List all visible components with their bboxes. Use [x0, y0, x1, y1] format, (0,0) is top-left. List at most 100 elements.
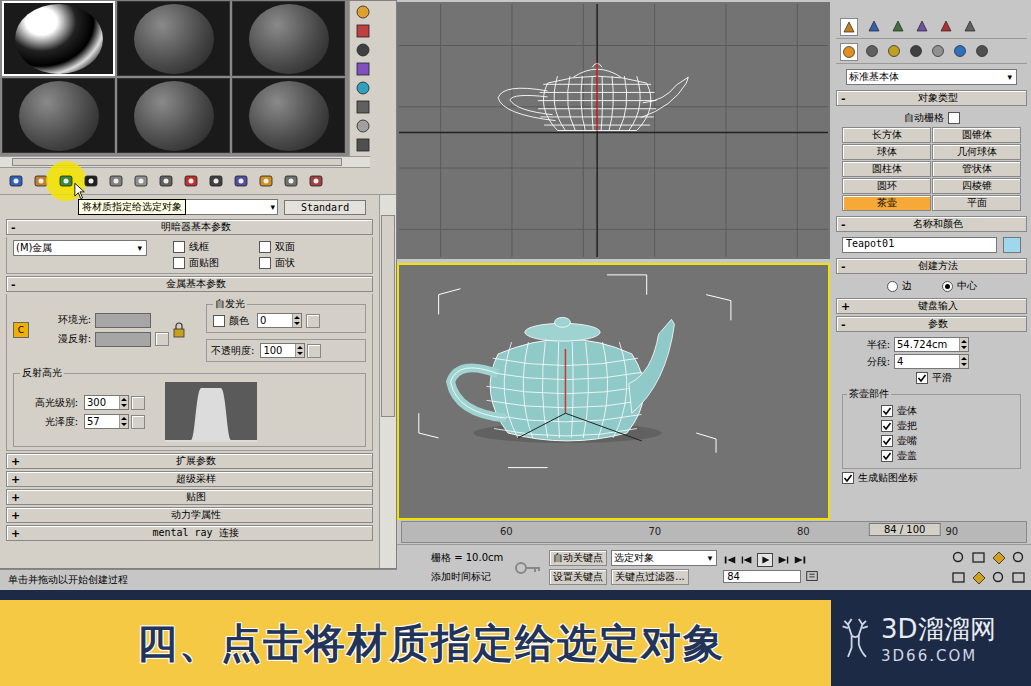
tool-icon[interactable]	[355, 118, 371, 134]
checkbox[interactable]	[842, 472, 854, 484]
rollout-header[interactable]: -明暗器基本参数	[6, 219, 373, 235]
sample-slot[interactable]	[117, 78, 230, 153]
spinner[interactable]: 57	[84, 414, 129, 429]
shader-dropdown[interactable]: (M)金属▾	[13, 240, 147, 256]
tool-icon[interactable]	[355, 4, 371, 20]
object-type-button[interactable]: 长方体	[842, 127, 931, 143]
tool-icon[interactable]	[83, 173, 99, 189]
time-config-icon[interactable]	[805, 570, 819, 582]
object-type-button[interactable]: 圆柱体	[842, 161, 931, 177]
panel-tab-icon[interactable]	[938, 18, 954, 34]
sample-slot[interactable]	[232, 78, 345, 153]
tool-icon[interactable]	[8, 173, 24, 189]
object-type-button[interactable]: 圆锥体	[932, 127, 1021, 143]
tool-icon[interactable]	[308, 173, 324, 189]
assign-material-icon[interactable]	[58, 173, 74, 189]
shader-option[interactable]: 线框	[173, 240, 259, 254]
panel-tab-icon[interactable]	[866, 18, 882, 34]
creation-method-option[interactable]: 中心	[942, 279, 977, 293]
material-type-button[interactable]: Standard	[284, 200, 366, 215]
viewport-nav-icon[interactable]	[1011, 550, 1027, 566]
checkbox[interactable]	[173, 257, 185, 269]
lock-button[interactable]: C	[13, 322, 29, 338]
go-to-end-icon[interactable]	[793, 554, 807, 566]
category-icon[interactable]	[840, 43, 858, 61]
rollout-header[interactable]: -金属基本参数	[6, 276, 373, 292]
sample-slot[interactable]	[2, 1, 115, 76]
sample-slot[interactable]	[232, 1, 345, 76]
tool-icon[interactable]	[283, 173, 299, 189]
object-type-button[interactable]: 四棱锥	[932, 178, 1021, 194]
viewport-nav-icon[interactable]	[991, 570, 1007, 586]
go-to-start-icon[interactable]	[723, 554, 737, 566]
checkbox[interactable]	[259, 241, 271, 253]
sample-slot[interactable]	[2, 78, 115, 153]
next-frame-icon[interactable]	[776, 554, 790, 566]
shader-option[interactable]: 面贴图	[173, 256, 259, 270]
viewport-nav-icon[interactable]	[991, 550, 1007, 566]
object-type-button[interactable]: 茶壶	[842, 195, 931, 211]
viewport[interactable]	[397, 263, 830, 520]
tool-icon[interactable]	[355, 99, 371, 115]
checkbox[interactable]	[881, 420, 893, 432]
tool-icon[interactable]	[158, 173, 174, 189]
previous-frame-icon[interactable]	[740, 554, 754, 566]
tool-icon[interactable]	[108, 173, 124, 189]
play-icon[interactable]	[757, 553, 773, 567]
category-icon[interactable]	[930, 43, 946, 59]
object-type-button[interactable]: 几何球体	[932, 144, 1021, 160]
tool-icon[interactable]	[355, 23, 371, 39]
map-button[interactable]	[131, 415, 145, 429]
category-icon[interactable]	[886, 43, 902, 59]
object-type-button[interactable]: 平面	[932, 195, 1021, 211]
sample-slot[interactable]	[117, 1, 230, 76]
rollout-header[interactable]: +贴图	[6, 489, 373, 505]
rollout-header[interactable]: -名称和颜色	[836, 216, 1027, 232]
rollout-header[interactable]: -对象类型	[836, 90, 1027, 106]
viewport-nav-icon[interactable]	[1011, 570, 1027, 586]
set-key-button[interactable]: 设置关键点	[549, 569, 607, 585]
rollout-header[interactable]: +扩展参数	[6, 453, 373, 469]
ambient-swatch[interactable]	[95, 313, 151, 328]
tool-icon[interactable]	[355, 137, 371, 153]
tool-icon[interactable]	[355, 80, 371, 96]
category-icon[interactable]	[864, 43, 880, 59]
teapot-part[interactable]: 壶盖	[847, 449, 1016, 463]
time-slider-thumb[interactable]: 84 / 100	[869, 523, 941, 536]
category-dropdown[interactable]: 标准基本体▾	[846, 69, 1017, 85]
checkbox[interactable]	[881, 405, 893, 417]
rollout-header[interactable]: +mental ray 连接	[6, 525, 373, 541]
panel-tab-icon[interactable]	[914, 18, 930, 34]
category-icon[interactable]	[908, 43, 924, 59]
tool-icon[interactable]	[355, 61, 371, 77]
rollout-header[interactable]: +动力学属性	[6, 507, 373, 523]
tool-icon[interactable]	[133, 173, 149, 189]
panel-tab-icon[interactable]	[962, 18, 978, 34]
map-button[interactable]	[306, 314, 320, 328]
spinner[interactable]: 4	[894, 354, 969, 369]
object-type-button[interactable]: 圆环	[842, 178, 931, 194]
shader-option[interactable]: 双面	[259, 240, 345, 254]
key-icon[interactable]	[513, 560, 543, 576]
wireframe-teapot-icon[interactable]	[399, 4, 828, 257]
lock-icon[interactable]	[173, 322, 185, 338]
teapot-part[interactable]: 壶把	[847, 419, 1016, 433]
shaded-teapot-icon[interactable]	[399, 265, 828, 518]
time-tag[interactable]: 添加时间标记	[427, 569, 495, 585]
spinner[interactable]: 300	[84, 395, 129, 410]
horizontal-scrollbar[interactable]	[0, 156, 370, 168]
viewport[interactable]	[397, 2, 830, 259]
spinner[interactable]: 0	[257, 313, 302, 328]
map-button[interactable]	[155, 332, 169, 346]
checkbox[interactable]	[881, 450, 893, 462]
viewport-nav-icon[interactable]	[951, 550, 967, 566]
category-icon[interactable]	[974, 43, 990, 59]
creation-method-option[interactable]: 边	[887, 279, 912, 293]
vertical-scrollbar[interactable]	[379, 195, 396, 568]
teapot-part[interactable]: 壶嘴	[847, 434, 1016, 448]
rollout-header[interactable]: -参数	[836, 316, 1027, 332]
selection-dropdown[interactable]: 选定对象▾	[611, 550, 717, 566]
object-color-swatch[interactable]	[1003, 237, 1021, 253]
viewport-nav-icon[interactable]	[971, 550, 987, 566]
key-filters-button[interactable]: 关键点过滤器...	[611, 569, 689, 585]
